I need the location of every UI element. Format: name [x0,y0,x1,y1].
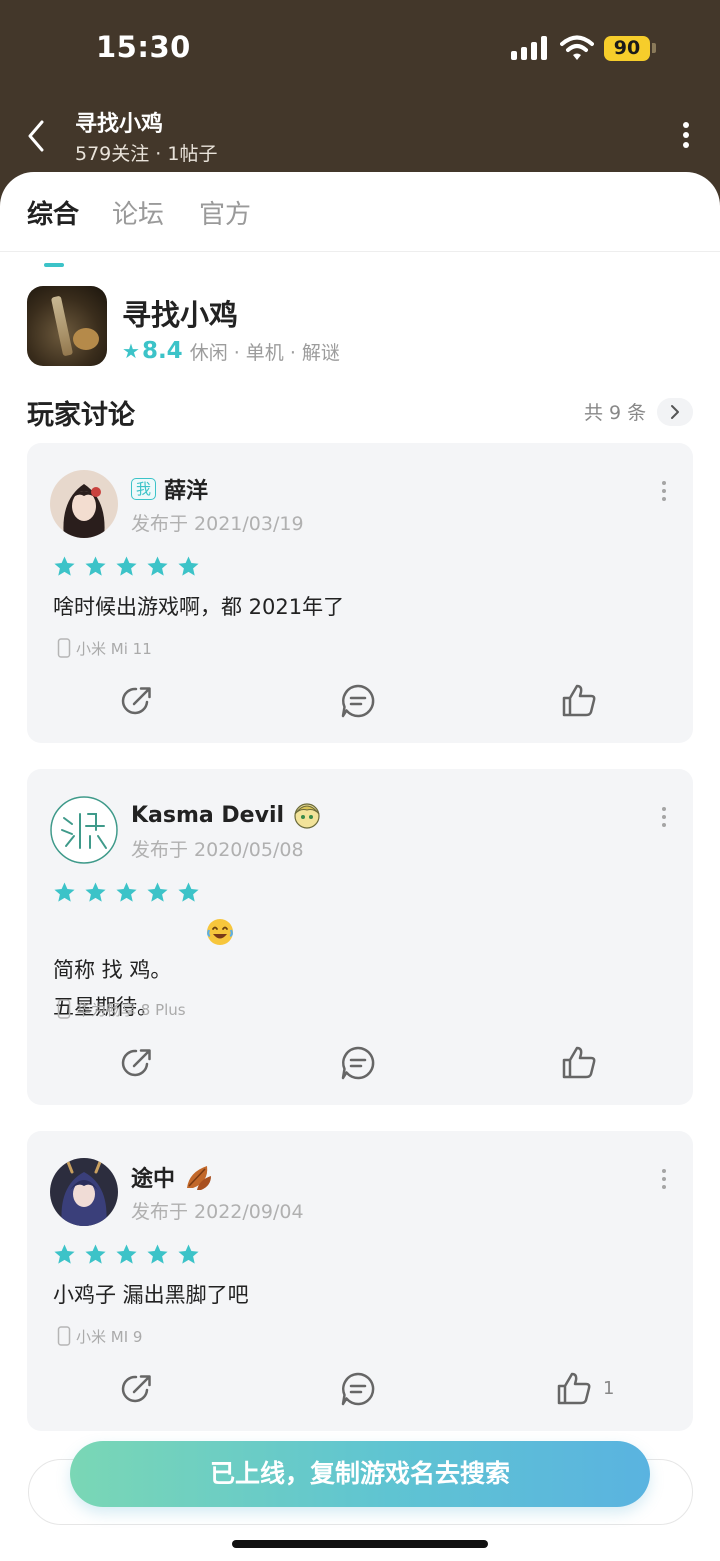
user-row: Kasma Devil [131,799,322,831]
tab-bar: 综合 论坛 官方 [0,194,720,267]
star-icon [54,556,75,576]
phone-icon [57,999,71,1019]
laughing-emoji-icon [207,919,233,945]
device-label: 小米 MI 9 [57,1324,142,1348]
battery-icon: 90 [604,36,650,61]
post-content[interactable]: 小鸡子 漏出黑脚了吧 [53,1277,249,1314]
share-icon[interactable] [117,681,157,721]
device-name: 小米 Mi 11 [76,639,152,658]
status-time: 15:30 [96,30,191,64]
like-icon[interactable] [559,681,599,721]
star-icon [147,556,168,576]
user-avatar[interactable] [50,470,118,538]
star-icon [85,556,106,576]
star-icon [147,882,168,902]
star-icon [147,1244,168,1264]
leaf-badge-icon [187,1166,212,1190]
game-meta: ★ 8.4 休闲 · 单机 · 解谜 [122,336,340,366]
like-icon[interactable] [554,1369,594,1409]
active-tab-indicator [44,263,64,267]
user-avatar[interactable] [50,796,118,864]
star-icon [116,556,137,576]
post-card[interactable]: 途中 发布于 2022/09/04 小鸡子 漏出黑脚了吧 小米 MI 9 1 [27,1131,693,1431]
device-label: 小米 Mi 11 [57,636,152,660]
like-icon[interactable] [559,1043,599,1083]
back-arrow-icon[interactable] [22,116,52,156]
discussion-count[interactable]: 共 9 条 [584,398,646,425]
star-icon [178,1244,199,1264]
username[interactable]: Kasma Devil [131,803,284,828]
device-label: 华为畅享 8 Plus [57,997,186,1021]
home-indicator [232,1540,488,1548]
more-options-icon[interactable] [676,122,696,152]
device-name: 华为畅享 8 Plus [76,1000,186,1019]
publish-date: 发布于 2021/03/19 [131,513,304,535]
me-badge: 我 [131,478,157,500]
game-name[interactable]: 寻找小鸡 [122,292,238,334]
phone-icon [57,1326,71,1346]
post-content[interactable]: 啥时候出游戏啊，都 2021年了 [53,589,344,626]
rating-star-icon: ★ [122,339,140,363]
tab-official[interactable]: 官方 [199,194,251,231]
post-card[interactable]: 我 薛洋 发布于 2021/03/19 啥时候出游戏啊，都 2021年了 小米 … [27,443,693,743]
page-subtitle: 579关注 · 1帖子 [75,143,218,165]
post-card[interactable]: Kasma Devil 发布于 2020/05/08 简称 找 鸡。 五星期待。… [27,769,693,1105]
cellular-signal-icon [511,36,549,60]
star-icon [54,1244,75,1264]
share-icon[interactable] [117,1043,157,1083]
star-icon [116,882,137,902]
game-tags: 休闲 · 单机 · 解谜 [189,341,340,364]
user-row: 我 薛洋 [131,473,208,505]
like-count: 1 [603,1378,615,1399]
star-rating [53,1243,200,1266]
star-icon [54,882,75,902]
device-name: 小米 MI 9 [76,1327,143,1346]
battery-tip [652,43,656,53]
user-avatar[interactable] [50,1158,118,1226]
star-icon [85,882,106,902]
comment-icon[interactable] [338,1369,378,1409]
star-rating [53,555,200,578]
page-title: 寻找小鸡 [75,112,164,137]
section-title: 玩家讨论 [27,400,135,431]
user-row: 途中 [131,1161,213,1193]
star-icon [178,556,199,576]
tab-forum[interactable]: 论坛 [112,194,164,231]
phone-icon [57,638,71,658]
publish-date: 发布于 2020/05/08 [131,839,304,861]
tab-overview[interactable]: 综合 [27,194,79,231]
avatar-badge-icon [294,803,320,829]
star-rating [53,881,200,904]
star-icon [178,882,199,902]
publish-date: 发布于 2022/09/04 [131,1201,304,1223]
post-more-icon[interactable] [660,1169,668,1191]
username[interactable]: 途中 [131,1161,175,1193]
star-icon [85,1244,106,1264]
share-icon[interactable] [117,1369,157,1409]
star-icon [116,1244,137,1264]
chevron-right-icon[interactable] [657,398,693,426]
comment-icon[interactable] [338,1043,378,1083]
game-rating: 8.4 [141,338,183,364]
copy-name-search-button[interactable]: 已上线，复制游戏名去搜索 [70,1441,650,1507]
username[interactable]: 薛洋 [164,473,208,505]
post-more-icon[interactable] [660,807,668,829]
post-more-icon[interactable] [660,481,668,503]
comment-icon[interactable] [338,681,378,721]
game-icon[interactable] [27,286,107,366]
wifi-icon [560,35,594,60]
